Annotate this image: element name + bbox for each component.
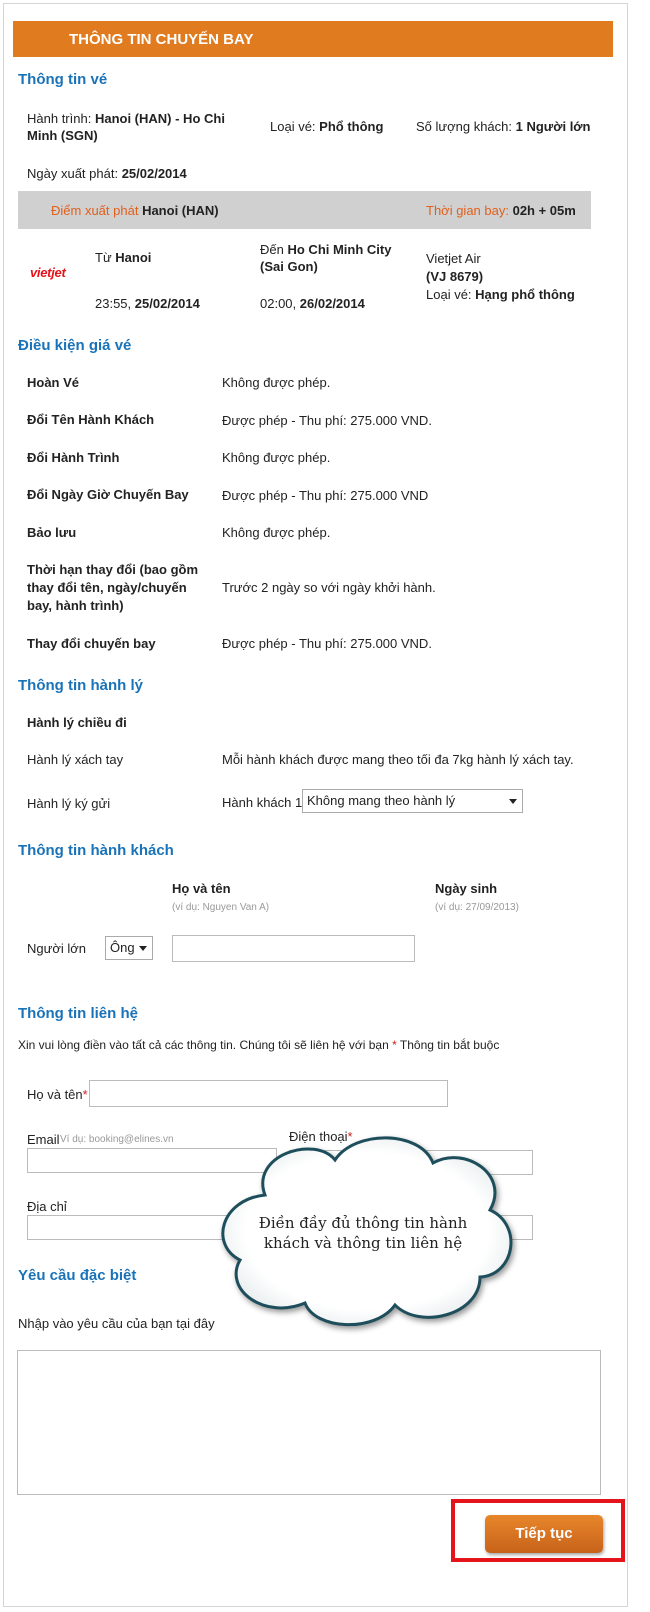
duration-label: Thời gian bay:: [426, 203, 509, 218]
condition-value: Được phép - Thu phí: 275.000 VND.: [222, 413, 432, 428]
depart-date: 25/02/2014: [134, 296, 200, 311]
condition-label: Hoàn Vé: [27, 375, 80, 390]
airline-info: Vietjet Air (VJ 8679) Loại vé: Hạng phổ …: [426, 250, 575, 304]
chevron-down-icon: [139, 946, 147, 951]
carry-on-label: Hành lý xách tay: [27, 752, 124, 767]
name-hint: (ví dụ: Nguyen Van A): [172, 902, 270, 913]
dob-column-header: Ngày sinh: [435, 881, 498, 896]
origin-info: Điểm xuất phát Hanoi (HAN): [51, 203, 219, 218]
contact-name-label-text: Họ và tên: [27, 1087, 83, 1102]
duration-info: Thời gian bay: 02h + 05m: [426, 203, 576, 218]
section-title-baggage: Thông tin hành lý: [18, 677, 143, 694]
callout-line1: Điền đầy đủ thông tin hành: [258, 1214, 468, 1232]
baggage-subtitle: Hành lý chiều đi: [27, 715, 127, 730]
arrival-time: 02:00, 26/02/2014: [260, 296, 365, 311]
to-label: Đến: [260, 242, 284, 257]
section-title-fare-conditions: Điều kiện giá vé: [18, 337, 132, 354]
arrive-date: 26/02/2014: [299, 296, 365, 311]
route-value-line1: Hanoi (HAN) - Ho Chi: [94, 111, 225, 126]
passenger-count: Số lượng khách: 1 Người lớn: [416, 119, 591, 134]
route-value-line2: Minh (SGN): [27, 128, 98, 143]
passenger-count-label: Số lượng khách:: [416, 119, 513, 134]
condition-label: Bảo lưu: [27, 525, 77, 540]
section-title-contact: Thông tin liên hệ: [18, 1005, 138, 1022]
from-label: Từ: [95, 250, 112, 265]
ticket-type-label: Loại vé:: [270, 119, 316, 134]
callout-line2: khách và thông tin liên hệ: [263, 1234, 463, 1252]
checked-baggage-select[interactable]: Không mang theo hành lý: [302, 789, 523, 813]
chevron-down-icon: [509, 799, 517, 804]
route-info: Hành trình: Hanoi (HAN) - Ho Chi Minh (S…: [27, 110, 237, 144]
title-select-value: Ông: [110, 940, 135, 955]
condition-label: Đổi Tên Hành Khách: [27, 412, 155, 427]
condition-label: Đổi Ngày Giờ Chuyến Bay: [27, 487, 189, 502]
departure-date-label: Ngày xuất phát:: [27, 166, 119, 181]
condition-label-line: Thời hạn thay đổi (bao gồm: [27, 562, 199, 577]
from-city-value: Hanoi: [115, 250, 152, 265]
contact-intro: Xin vui lòng điền vào tất cả các thông t…: [18, 1038, 499, 1052]
title-select[interactable]: Ông: [105, 936, 153, 960]
condition-value: Không được phép.: [222, 450, 331, 465]
condition-label-line: bay, hành trình): [27, 598, 124, 613]
passenger-type-label: Người lớn: [27, 941, 86, 956]
dob-hint: (ví dụ: 27/09/2013): [435, 902, 519, 913]
contact-intro-text: Xin vui lòng điền vào tất cả các thông t…: [18, 1038, 389, 1052]
checked-baggage-label: Hành lý ký gửi: [27, 796, 111, 811]
section-title-ticket: Thông tin vé: [18, 71, 108, 88]
special-request-prompt: Nhập vào yêu cầu của bạn tại đây: [18, 1316, 215, 1331]
passenger-name-input[interactable]: [172, 935, 415, 962]
class-value: Hạng phổ thông: [475, 287, 575, 302]
checked-baggage-select-value: Không mang theo hành lý: [307, 793, 456, 808]
to-city: Đến Ho Chi Minh City (Sai Gon): [260, 241, 391, 275]
departure-date-value: 25/02/2014: [121, 166, 187, 181]
condition-label-multiline: Thời hạn thay đổi (bao gồm thay đổi tên,…: [27, 561, 212, 615]
origin-label: Điểm xuất phát: [51, 203, 139, 218]
from-city: Từ Hanoi: [95, 250, 151, 265]
ticket-type-value: Phổ thông: [319, 119, 384, 134]
condition-label: Đổi Hành Trình: [27, 450, 120, 465]
continue-button[interactable]: Tiếp tục: [485, 1515, 603, 1553]
condition-label-line: thay đổi tên, ngày/chuyến: [27, 580, 187, 595]
email-label: Email: [27, 1132, 60, 1147]
condition-label: Thay đổi chuyến bay: [27, 636, 156, 651]
origin-value: Hanoi (HAN): [142, 203, 219, 218]
email-placeholder: Ví dụ: booking@elines.vn: [60, 1134, 174, 1145]
callout-text: Điền đầy đủ thông tin hành khách và thôn…: [248, 1213, 478, 1253]
duration-value: 02h + 05m: [512, 203, 576, 218]
ticket-type: Loại vé: Phổ thông: [270, 119, 383, 134]
to-city-line2: (Sai Gon): [260, 259, 318, 274]
vietjet-logo: vietjet: [30, 265, 66, 280]
page-header: THÔNG TIN CHUYẾN BAY: [13, 21, 613, 57]
condition-value: Không được phép.: [222, 375, 331, 390]
to-city-line1: Ho Chi Minh City: [287, 242, 392, 257]
condition-value: Được phép - Thu phí: 275.000 VND.: [222, 636, 432, 651]
address-label: Địa chỉ: [27, 1199, 67, 1214]
class-label: Loại vé:: [426, 287, 472, 302]
condition-value: Không được phép.: [222, 525, 331, 540]
depart-time: 23:55,: [95, 296, 132, 311]
departure-date: Ngày xuất phát: 25/02/2014: [27, 166, 187, 181]
route-label: Hành trình:: [27, 111, 92, 126]
arrive-time: 02:00,: [260, 296, 297, 311]
contact-name-label: Họ và tên*: [27, 1087, 88, 1102]
flight-number: (VJ 8679): [426, 269, 484, 284]
section-title-passengers: Thông tin hành khách: [18, 842, 174, 859]
departure-time: 23:55, 25/02/2014: [95, 296, 200, 311]
special-request-textarea[interactable]: [17, 1350, 601, 1495]
contact-name-input[interactable]: [89, 1080, 448, 1107]
required-mark: *: [392, 1038, 397, 1052]
required-mark: *: [82, 1087, 88, 1102]
airline-name: Vietjet Air: [426, 251, 481, 266]
section-title-special-requests: Yêu cầu đặc biệt: [18, 1267, 137, 1284]
passenger-count-value: 1 Người lớn: [515, 119, 591, 134]
condition-value: Trước 2 ngày so với ngày khởi hành.: [222, 580, 436, 595]
carry-on-value: Mỗi hành khách được mang theo tối đa 7kg…: [222, 752, 574, 767]
name-column-header: Họ và tên: [172, 881, 231, 896]
required-text: Thông tin bắt buộc: [399, 1038, 500, 1052]
baggage-passenger-label: Hành khách 1: [222, 795, 303, 810]
condition-value: Được phép - Thu phí: 275.000 VND: [222, 488, 429, 503]
